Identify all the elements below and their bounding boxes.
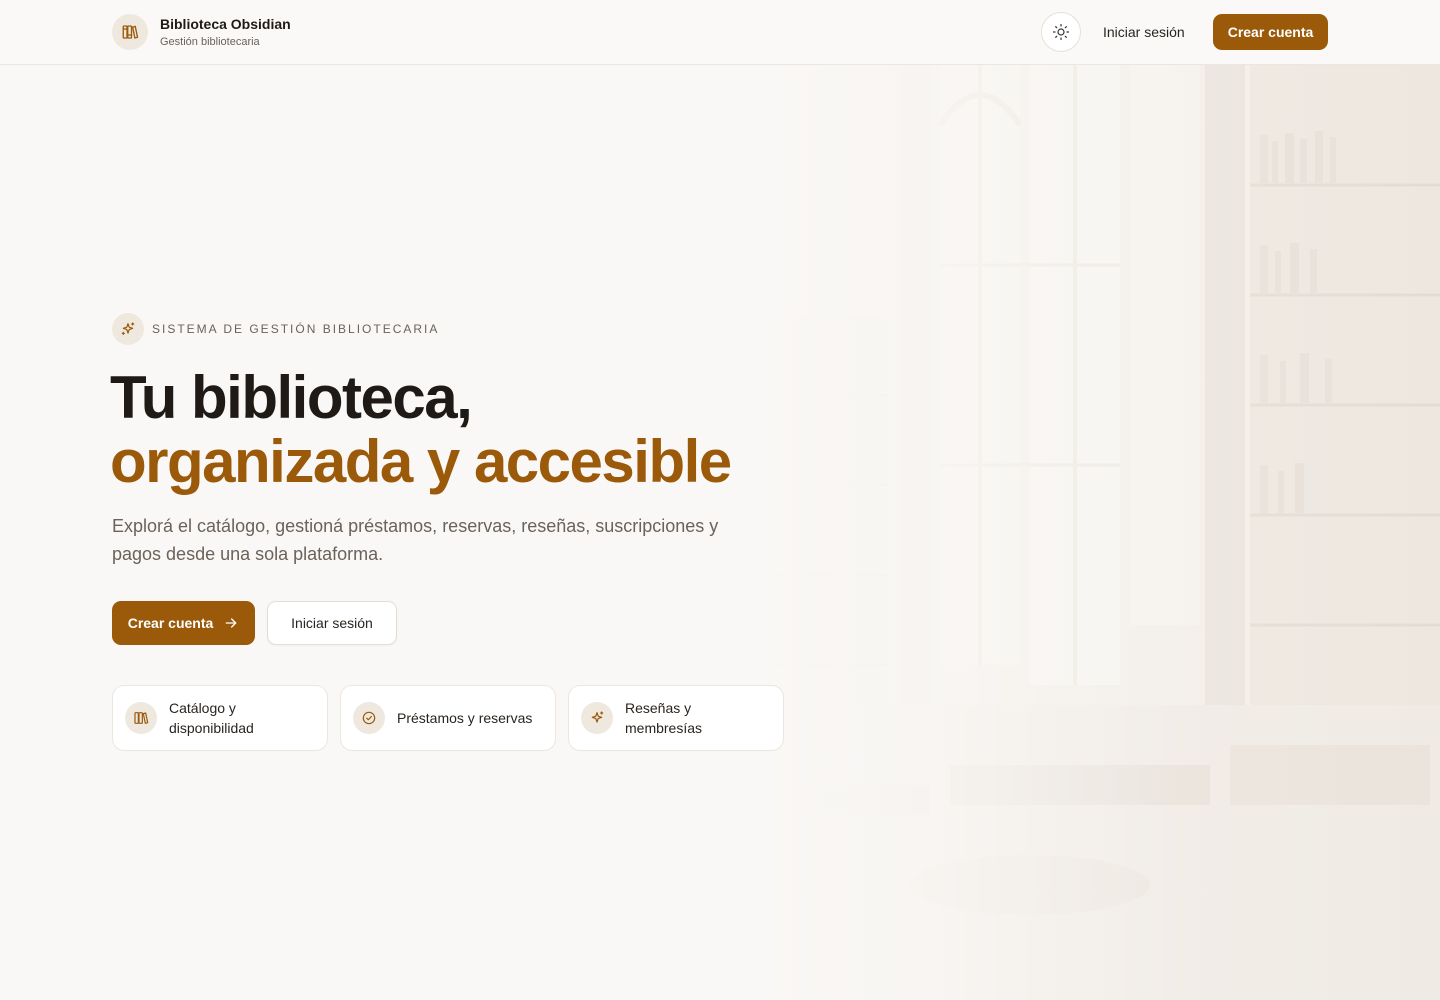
hero-title-line2: organizada y accesible bbox=[110, 428, 732, 495]
feature-card-reviews: Reseñas y membresías bbox=[568, 685, 784, 751]
theme-toggle-button[interactable] bbox=[1041, 12, 1081, 52]
hero-eyebrow: SISTEMA DE GESTIÓN BIBLIOTECARIA bbox=[112, 313, 439, 345]
check-circle-icon bbox=[353, 702, 385, 734]
feature-label-line1: Préstamos y reservas bbox=[397, 710, 533, 726]
brand-subtitle: Gestión bibliotecaria bbox=[160, 35, 260, 48]
feature-label-line1: Reseñas y bbox=[625, 700, 692, 716]
feature-label: Reseñas y membresías bbox=[625, 698, 702, 738]
brand-title: Biblioteca Obsidian bbox=[160, 15, 291, 32]
arrow-right-icon bbox=[223, 615, 239, 631]
library-background-image bbox=[700, 65, 1440, 1000]
hero-signup-button[interactable]: Crear cuenta bbox=[112, 601, 255, 645]
sparkles-icon bbox=[581, 702, 613, 734]
feature-label: Catálogo y disponibilidad bbox=[169, 698, 254, 738]
hero-title-line1: Tu biblioteca, bbox=[110, 364, 473, 431]
feature-label-line1: Catálogo y bbox=[169, 700, 236, 716]
feature-card-loans: Préstamos y reservas bbox=[340, 685, 556, 751]
hero-title: Tu biblioteca, organizada y accesible bbox=[110, 364, 732, 495]
hero-signup-label: Crear cuenta bbox=[127, 615, 214, 631]
header-login-link[interactable]: Iniciar sesión bbox=[1103, 14, 1185, 50]
top-navbar: Biblioteca Obsidian Gestión bibliotecari… bbox=[0, 0, 1440, 65]
hero-login-button[interactable]: Iniciar sesión bbox=[267, 601, 397, 645]
books-icon bbox=[125, 702, 157, 734]
brand[interactable]: Biblioteca Obsidian Gestión bibliotecari… bbox=[112, 14, 291, 50]
feature-label-line2: membresías bbox=[625, 720, 703, 736]
hero-eyebrow-text: SISTEMA DE GESTIÓN BIBLIOTECARIA bbox=[152, 322, 440, 336]
sun-icon bbox=[1052, 23, 1070, 41]
feature-card-catalog: Catálogo y disponibilidad bbox=[112, 685, 328, 751]
feature-label: Préstamos y reservas bbox=[397, 708, 532, 728]
feature-label-line2: disponibilidad bbox=[169, 720, 254, 736]
sparkles-icon bbox=[112, 313, 144, 345]
hero-description: Explorá el catálogo, gestioná préstamos,… bbox=[112, 516, 719, 564]
books-icon bbox=[112, 14, 148, 50]
header-signup-button[interactable]: Crear cuenta bbox=[1213, 14, 1328, 50]
landing-page: Biblioteca Obsidian Gestión bibliotecari… bbox=[0, 0, 1440, 1000]
